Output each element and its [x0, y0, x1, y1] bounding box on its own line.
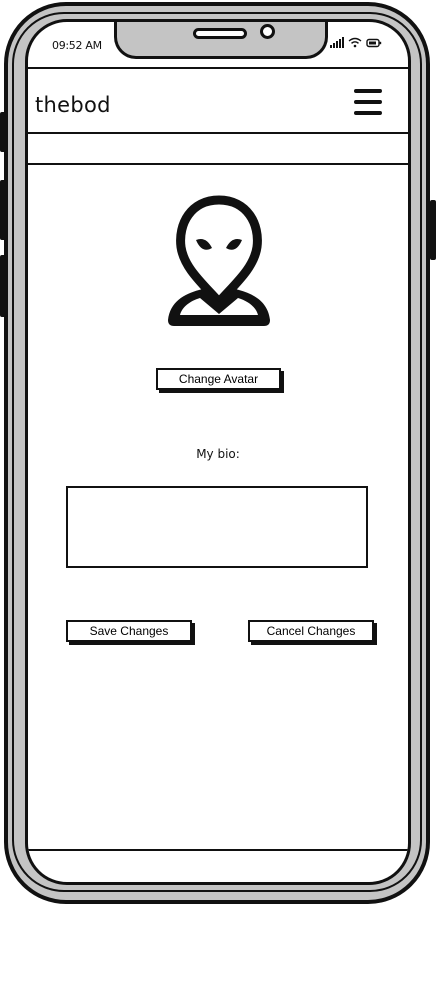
- volume-down-button: [0, 255, 6, 317]
- app-header: thebod: [28, 67, 408, 134]
- save-changes-button[interactable]: Save Changes: [66, 620, 192, 642]
- signal-icon: [330, 37, 344, 48]
- hamburger-menu-icon[interactable]: [354, 89, 382, 115]
- bottom-divider: [28, 849, 408, 851]
- bio-textarea[interactable]: [66, 486, 368, 568]
- status-icons: [330, 37, 382, 48]
- sub-navigation-bar: [28, 133, 408, 165]
- bio-label: My bio:: [196, 447, 240, 461]
- notch: [114, 22, 328, 59]
- battery-icon: [366, 38, 382, 47]
- phone-screen: 09:52 AM thebod Change Avatar My bio: Sa…: [25, 19, 411, 885]
- cancel-changes-button[interactable]: Cancel Changes: [248, 620, 374, 642]
- alien-avatar-icon: [168, 195, 270, 326]
- app-title: thebod: [35, 93, 111, 117]
- change-avatar-button[interactable]: Change Avatar: [156, 368, 281, 390]
- speaker-icon: [193, 28, 247, 39]
- camera-icon: [260, 24, 275, 39]
- status-time: 09:52 AM: [52, 39, 102, 52]
- volume-up-button: [0, 180, 6, 240]
- power-button: [430, 200, 436, 260]
- wifi-icon: [348, 37, 362, 48]
- mute-switch: [0, 112, 6, 152]
